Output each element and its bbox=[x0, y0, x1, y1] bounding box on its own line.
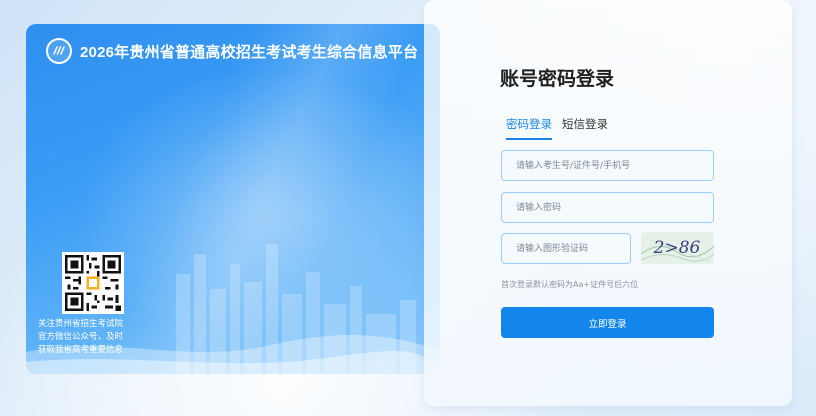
login-title: 账号密码登录 bbox=[500, 68, 615, 90]
login-button[interactable]: 立即登录 bbox=[501, 307, 714, 338]
login-card: 账号密码登录 密码登录 短信登录 2>86 首次登录默认密码为Aa+证件号后六位… bbox=[424, 0, 792, 406]
banner-header: 2026年贵州省普通高校招生考试考生综合信息平台 bbox=[46, 38, 418, 64]
qr-caption: 关注贵州省招生考试院 官方微信公众号，及时 获取我省高考重要信息 bbox=[38, 318, 173, 357]
provincial-exam-logo-icon bbox=[46, 38, 72, 64]
default-password-hint: 首次登录默认密码为Aa+证件号后六位 bbox=[501, 280, 639, 289]
tab-sms-login[interactable]: 短信登录 bbox=[562, 116, 608, 140]
captcha-image[interactable]: 2>86 bbox=[641, 232, 714, 264]
login-tabs: 密码登录 短信登录 bbox=[506, 116, 608, 140]
password-input[interactable] bbox=[501, 192, 714, 223]
hero-banner: 2026年贵州省普通高校招生考试考生综合信息平台 关注贵州省招生考试院 官方微信… bbox=[26, 24, 440, 374]
qr-caption-line: 关注贵州省招生考试院 bbox=[38, 319, 124, 329]
platform-title: 2026年贵州省普通高校招生考试考生综合信息平台 bbox=[80, 43, 419, 61]
captcha-input[interactable] bbox=[501, 233, 631, 264]
qr-caption-line: 获取我省高考重要信息 bbox=[38, 345, 124, 355]
wechat-qr-code bbox=[62, 252, 124, 314]
qr-caption-line: 官方微信公众号，及时 bbox=[38, 332, 124, 342]
captcha-text: 2>86 bbox=[653, 238, 701, 258]
account-input[interactable] bbox=[501, 150, 714, 181]
tab-password-login[interactable]: 密码登录 bbox=[506, 116, 552, 140]
